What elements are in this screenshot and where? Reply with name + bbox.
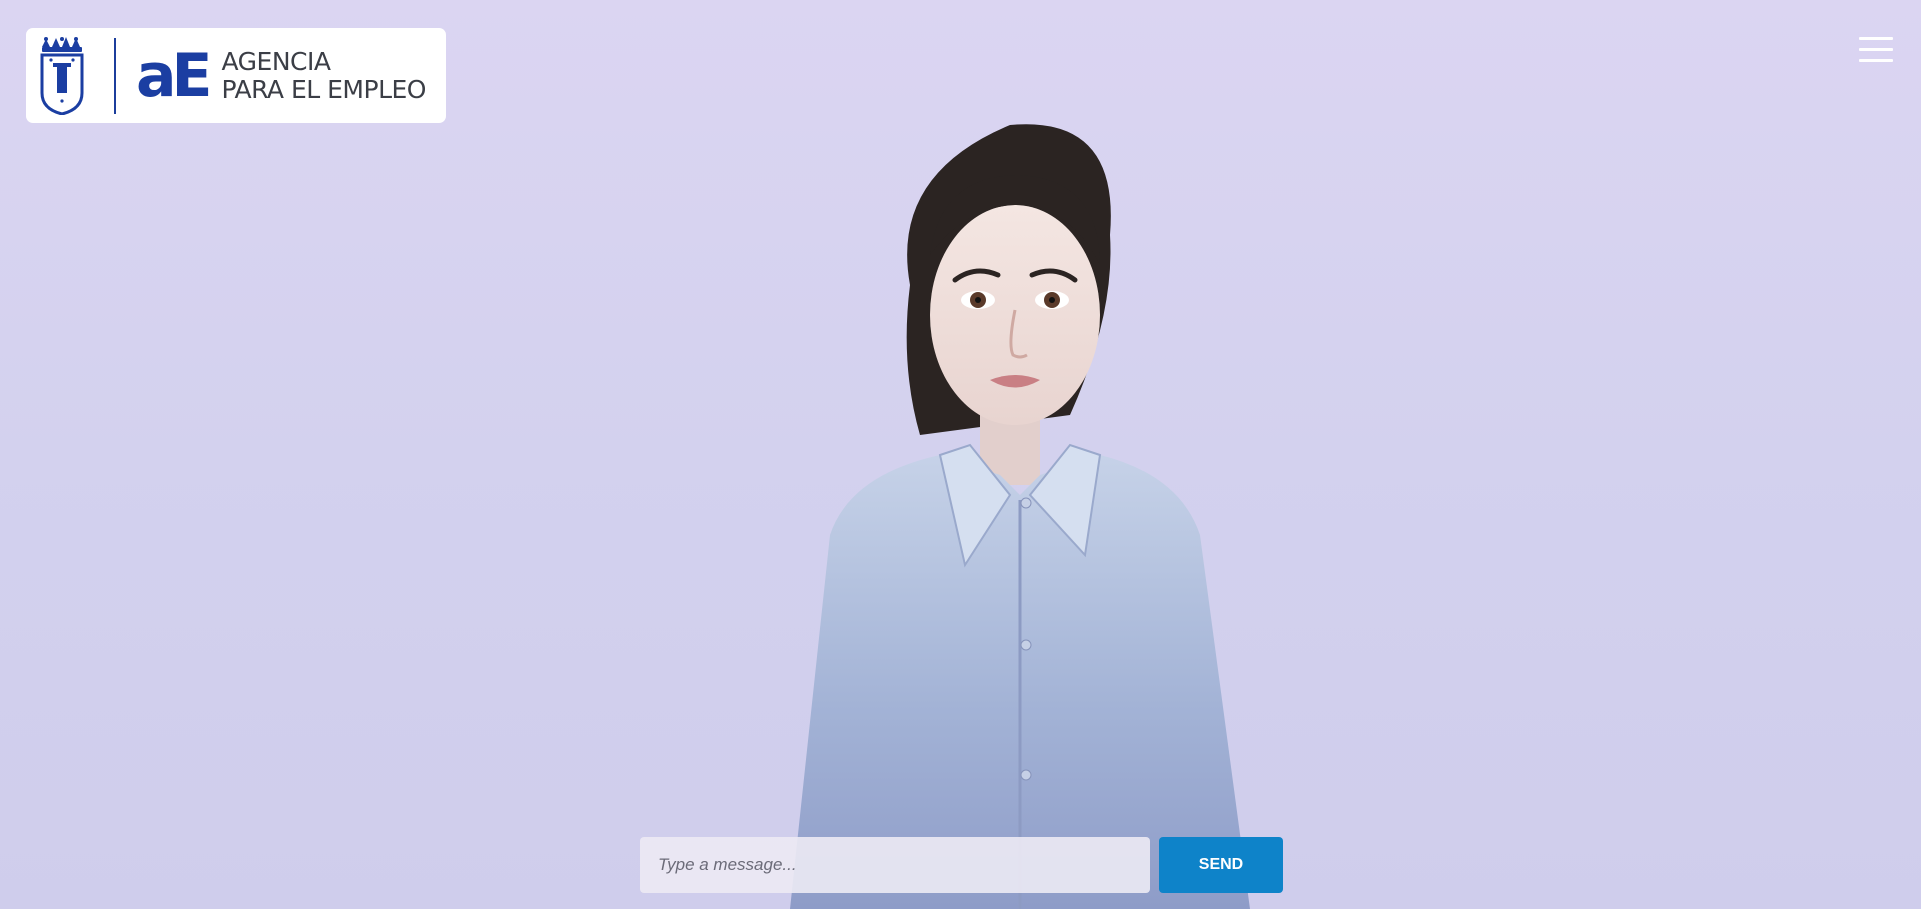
madrid-crest-icon	[40, 36, 84, 115]
message-input[interactable]	[640, 837, 1150, 893]
menu-bar-middle	[1859, 47, 1893, 51]
ae-brand-mark: aE	[136, 40, 213, 111]
agency-name-line2: PARA EL EMPLEO	[221, 74, 426, 104]
agency-name: AGENCIA PARA EL EMPLEO	[221, 46, 426, 104]
chat-bar: SEND	[640, 837, 1283, 893]
send-button[interactable]: SEND	[1159, 837, 1283, 893]
avatar-3d-woman	[790, 124, 1250, 909]
menu-bar-bottom	[1859, 58, 1893, 62]
agency-logo[interactable]: aE AGENCIA PARA EL EMPLEO	[26, 28, 446, 123]
logo-divider	[114, 37, 116, 114]
agency-name-line1: AGENCIA	[221, 46, 331, 76]
menu-bar-top	[1859, 36, 1893, 40]
hamburger-menu-icon[interactable]	[1859, 30, 1893, 68]
